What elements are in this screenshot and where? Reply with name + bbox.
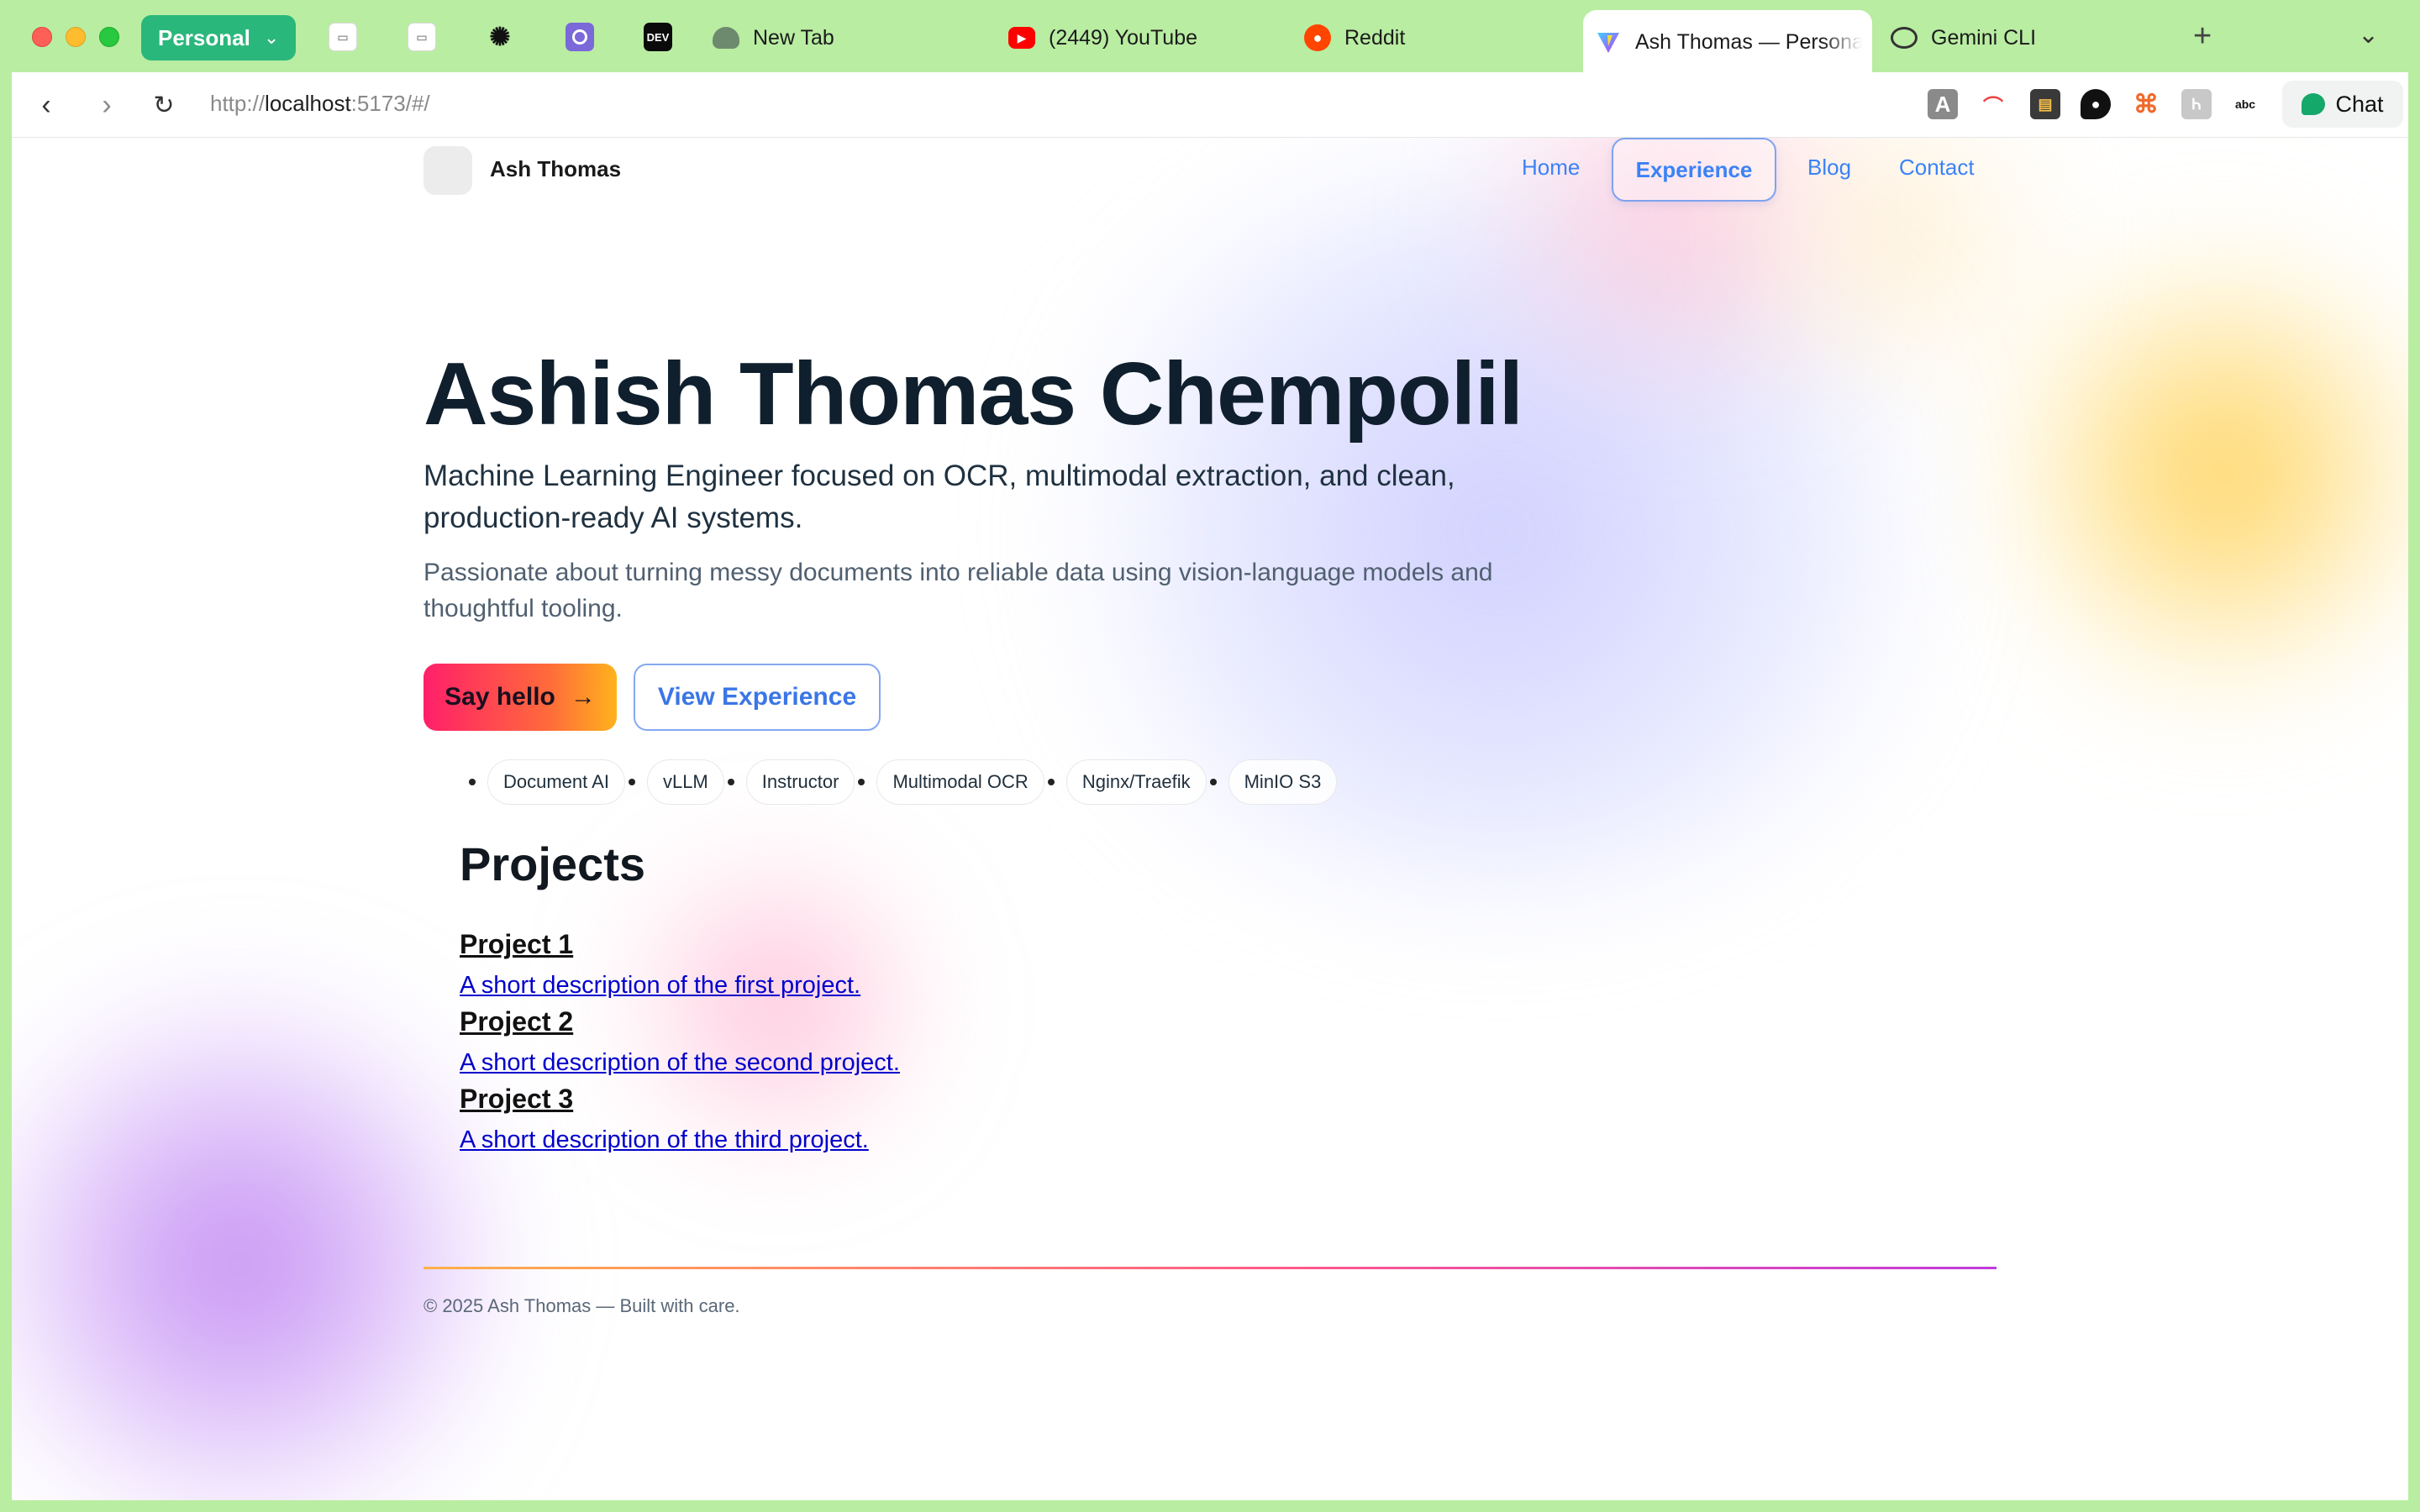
command-extension-icon[interactable]: ⌘	[2131, 89, 2161, 119]
pinned-tab-3[interactable]: ✺	[486, 23, 514, 51]
skill-tags: Document AI vLLM Instructor Multimodal O…	[466, 759, 1338, 805]
tab-title: (2449) YouTube	[1049, 25, 1198, 50]
profile-label: Personal	[158, 24, 250, 50]
chat-button[interactable]: Chat	[2282, 81, 2403, 128]
hero-subtitle: Machine Learning Engineer focused on OCR…	[424, 459, 1455, 534]
tag-item: Nginx/Traefik	[1044, 759, 1207, 805]
tab-overflow-chevron-icon[interactable]: ⌄	[2358, 20, 2379, 50]
project-description-link[interactable]: A short description of the first project…	[460, 972, 860, 1000]
back-arrow-icon[interactable]: ‹	[29, 87, 64, 123]
tag-chip: vLLM	[646, 759, 724, 805]
tag-chip: Multimodal OCR	[876, 759, 1044, 805]
generic-page-icon: ▭	[416, 29, 428, 44]
chat-label: Chat	[2335, 91, 2384, 117]
project-title-link[interactable]: Project 1	[460, 929, 860, 960]
arrow-right-icon: →	[570, 683, 596, 711]
project-title-link[interactable]: Project 2	[460, 1006, 900, 1037]
chat-bubble-icon	[1891, 27, 1918, 49]
clipboard-extension-icon[interactable]: ▤	[2030, 89, 2060, 119]
reload-icon[interactable]: ↻	[146, 87, 182, 123]
pin-extension-icon[interactable]: ●	[2081, 89, 2111, 119]
tag-chip: Instructor	[745, 759, 855, 805]
new-tab-icon	[713, 27, 739, 49]
pinned-tab-1[interactable]: ▭	[329, 23, 357, 51]
bullet	[1047, 779, 1055, 785]
tag-chip: Nginx/Traefik	[1065, 759, 1207, 805]
browser-toolbar: ‹ › ↻ http://localhost:5173/#/ A ⌒ ▤ ● ⌘…	[12, 72, 2408, 138]
nav-experience[interactable]: Experience	[1612, 138, 1776, 202]
url-scheme: http://	[210, 91, 266, 116]
web-page: Ash Thomas Home Experience Blog Contact …	[12, 138, 2408, 1500]
pinned-tab-2[interactable]: ▭	[408, 23, 436, 51]
pinned-tab-4[interactable]	[566, 23, 594, 51]
tab-ash-thomas[interactable]: Ash Thomas — Persona	[1583, 10, 1872, 74]
url-host: localhost	[265, 91, 351, 116]
reddit-icon: ●	[1304, 24, 1331, 51]
hero-description: Passionate about turning messy documents…	[424, 559, 1493, 622]
tab-youtube[interactable]: ▶ (2449) YouTube	[997, 12, 1274, 64]
chevron-down-icon: ⌄	[263, 27, 280, 48]
view-experience-label: View Experience	[657, 683, 857, 711]
tag-item: MinIO S3	[1207, 759, 1338, 805]
view-experience-button[interactable]: View Experience	[634, 664, 881, 731]
dev-icon: DEV	[646, 30, 670, 44]
bullet	[727, 779, 734, 785]
bullet	[469, 779, 476, 785]
generic-page-icon: ▭	[337, 29, 349, 44]
circle-app-icon	[572, 29, 587, 45]
say-hello-button[interactable]: Say hello →	[424, 664, 617, 731]
abc-extension-icon[interactable]: abc	[2230, 89, 2260, 119]
close-window-button[interactable]	[32, 27, 52, 47]
translate-extension-icon[interactable]: Ꮒ	[2181, 89, 2212, 119]
site-name[interactable]: Ash Thomas	[490, 156, 621, 182]
youtube-icon: ▶	[1008, 27, 1035, 49]
tab-reddit[interactable]: ● Reddit	[1292, 12, 1570, 64]
pinned-tab-5[interactable]: DEV	[644, 23, 672, 51]
minimize-window-button[interactable]	[66, 27, 86, 47]
nav-blog[interactable]: Blog	[1807, 151, 1851, 184]
bullet	[858, 779, 865, 785]
zoom-window-button[interactable]	[99, 27, 119, 47]
tab-new-tab[interactable]: New Tab	[701, 12, 978, 64]
chat-bubble-icon	[2302, 93, 2326, 115]
tab-gemini-cli[interactable]: Gemini CLI	[1879, 12, 2156, 64]
projects-heading: Projects	[460, 837, 645, 890]
nav-contact[interactable]: Contact	[1899, 151, 1975, 184]
tab-title-fade	[1822, 10, 1872, 74]
nav-home[interactable]: Home	[1522, 151, 1580, 184]
new-tab-plus-icon[interactable]: +	[2193, 18, 2212, 55]
project-item: Project 3 A short description of the thi…	[460, 1084, 869, 1154]
site-logo[interactable]	[424, 146, 472, 195]
tag-item: vLLM	[625, 759, 724, 805]
address-bar[interactable]: http://localhost:5173/#/	[210, 91, 430, 117]
rainbow-extension-icon[interactable]: ⌒	[1978, 89, 2008, 119]
project-item: Project 1 A short description of the fir…	[460, 929, 860, 1000]
say-hello-label: Say hello	[445, 683, 555, 711]
tag-item: Instructor	[724, 759, 855, 805]
bullet	[1209, 779, 1217, 785]
forward-arrow-icon[interactable]: ›	[89, 87, 124, 123]
project-description-link[interactable]: A short description of the third project…	[460, 1126, 869, 1154]
bullet	[628, 779, 635, 785]
tag-chip: MinIO S3	[1228, 759, 1338, 805]
project-title-link[interactable]: Project 3	[460, 1084, 869, 1115]
footer-copyright: © 2025 Ash Thomas — Built with care.	[424, 1295, 740, 1316]
project-item: Project 2 A short description of the sec…	[460, 1006, 900, 1077]
tag-chip: Document AI	[487, 759, 625, 805]
profile-switcher[interactable]: Personal ⌄	[141, 15, 296, 60]
url-rest: :5173/#/	[350, 91, 430, 116]
tab-title: New Tab	[753, 25, 834, 50]
hero-title: Ashish Thomas Chempolil	[424, 344, 1523, 444]
browser-titlebar: Personal ⌄ ▭ ▭ ✺ DEV New Tab ▶ (2449) Yo…	[0, 0, 2420, 74]
tag-item: Multimodal OCR	[855, 759, 1044, 805]
tag-item: Document AI	[466, 759, 625, 805]
tab-title: Reddit	[1344, 25, 1406, 50]
font-extension-icon[interactable]: A	[1928, 89, 1958, 119]
background-blob	[12, 978, 499, 1500]
openai-icon: ✺	[489, 23, 511, 51]
project-description-link[interactable]: A short description of the second projec…	[460, 1049, 900, 1077]
tab-title: Gemini CLI	[1931, 25, 2037, 50]
vite-icon	[1595, 29, 1622, 55]
footer-divider	[424, 1267, 1996, 1269]
